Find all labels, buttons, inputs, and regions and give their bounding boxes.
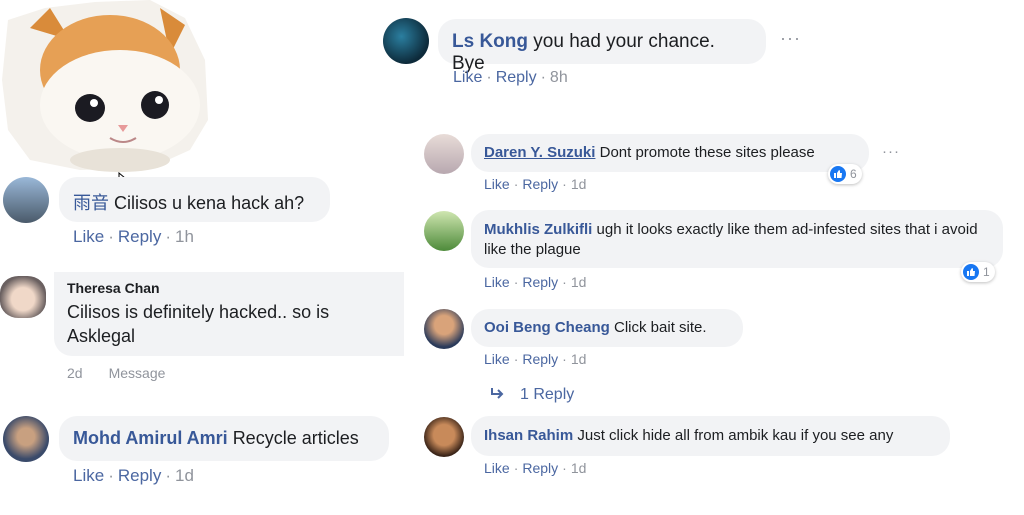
like-link[interactable]: Like: [73, 227, 104, 246]
more-options-icon[interactable]: ···: [780, 28, 801, 49]
timestamp: 1d: [570, 460, 587, 476]
comment-bubble: Daren Y. Suzuki Dont promote these sites…: [471, 134, 869, 172]
message-link[interactable]: Message: [109, 365, 166, 381]
reaction-count[interactable]: 6: [828, 164, 862, 184]
avatar[interactable]: [424, 211, 464, 251]
avatar[interactable]: [424, 417, 464, 457]
commenter-name[interactable]: Mukhlis Zulkifli: [484, 221, 592, 238]
commenter-name[interactable]: Ooi Beng Cheang: [484, 319, 610, 336]
reply-link[interactable]: Reply: [522, 176, 558, 192]
avatar[interactable]: [424, 309, 464, 349]
timestamp: 8h: [549, 69, 568, 86]
comment-actions: Like · Reply · 1h: [73, 227, 194, 246]
reply-arrow-icon: [490, 386, 506, 404]
commenter-name[interactable]: Theresa Chan: [67, 280, 391, 296]
timestamp: 1d: [570, 176, 587, 192]
reply-link[interactable]: Reply: [522, 460, 558, 476]
comment-bubble: Theresa Chan Cilisos is definitely hacke…: [54, 272, 404, 356]
comment-bubble: Ls Kong you had your chance. Bye: [438, 19, 766, 74]
timestamp: 1h: [175, 227, 194, 246]
comment-bubble: 雨音 Cilisos u kena hack ah?: [59, 177, 330, 222]
avatar[interactable]: [0, 276, 46, 318]
avatar[interactable]: [424, 134, 464, 174]
comment-text: Cilisos u kena hack ah?: [114, 193, 305, 213]
commenter-name[interactable]: 雨音: [73, 193, 109, 214]
comment-actions: Like · Reply · 1d: [484, 274, 587, 290]
cat-sticker-image: [0, 0, 210, 172]
reply-link[interactable]: Reply: [522, 351, 558, 367]
comment-bubble: Mukhlis Zulkifli ugh it looks exactly li…: [471, 210, 1003, 268]
comment-bubble: Mohd Amirul Amri Recycle articles: [59, 416, 389, 461]
reply-link[interactable]: Reply: [118, 227, 161, 246]
comment-actions: Like · Reply · 1d: [73, 466, 194, 485]
like-link[interactable]: Like: [484, 274, 510, 290]
timestamp: 1d: [570, 351, 587, 367]
comment-bubble: Ooi Beng Cheang Click bait site.: [471, 309, 743, 347]
timestamp: 1d: [175, 466, 194, 485]
reaction-count[interactable]: 1: [961, 262, 995, 282]
timestamp: 2d: [67, 365, 83, 381]
comment-actions: Like · Reply · 1d: [484, 351, 587, 367]
like-link[interactable]: Like: [73, 466, 104, 485]
more-options-icon[interactable]: ···: [882, 143, 900, 160]
comment-text: Dont promote these sites please: [599, 144, 815, 161]
comment-text: Just click hide all from ambik kau if yo…: [577, 427, 894, 444]
commenter-name[interactable]: Mohd Amirul Amri: [73, 428, 228, 448]
avatar[interactable]: [3, 416, 49, 462]
like-thumb-icon: [963, 264, 979, 280]
comment-text: Recycle articles: [232, 428, 359, 448]
like-link[interactable]: Like: [453, 69, 482, 86]
comment-actions: Like · Reply · 1d: [484, 176, 587, 192]
comment-text: Click bait site.: [614, 319, 707, 336]
like-link[interactable]: Like: [484, 351, 510, 367]
avatar[interactable]: [383, 18, 429, 64]
reply-link[interactable]: Reply: [118, 466, 161, 485]
reply-link[interactable]: Reply: [496, 69, 537, 86]
avatar[interactable]: [3, 177, 49, 223]
comment-actions: Like · Reply · 1d: [484, 460, 587, 476]
like-link[interactable]: Like: [484, 176, 510, 192]
timestamp: 1d: [570, 274, 587, 290]
comment-actions: 2d Message: [67, 365, 165, 381]
like-link[interactable]: Like: [484, 460, 510, 476]
reply-link[interactable]: Reply: [522, 274, 558, 290]
commenter-name[interactable]: Daren Y. Suzuki: [484, 144, 595, 161]
comment-bubble: Ihsan Rahim Just click hide all from amb…: [471, 416, 950, 456]
like-thumb-icon: [830, 166, 846, 182]
commenter-name[interactable]: Ihsan Rahim: [484, 427, 573, 444]
commenter-name[interactable]: Ls Kong: [452, 31, 528, 52]
comment-text: Cilisos is definitely hacked.. so is Ask…: [67, 302, 330, 346]
view-replies-link[interactable]: 1 Reply: [490, 386, 574, 404]
comment-actions: Like · Reply · 8h: [453, 69, 568, 86]
